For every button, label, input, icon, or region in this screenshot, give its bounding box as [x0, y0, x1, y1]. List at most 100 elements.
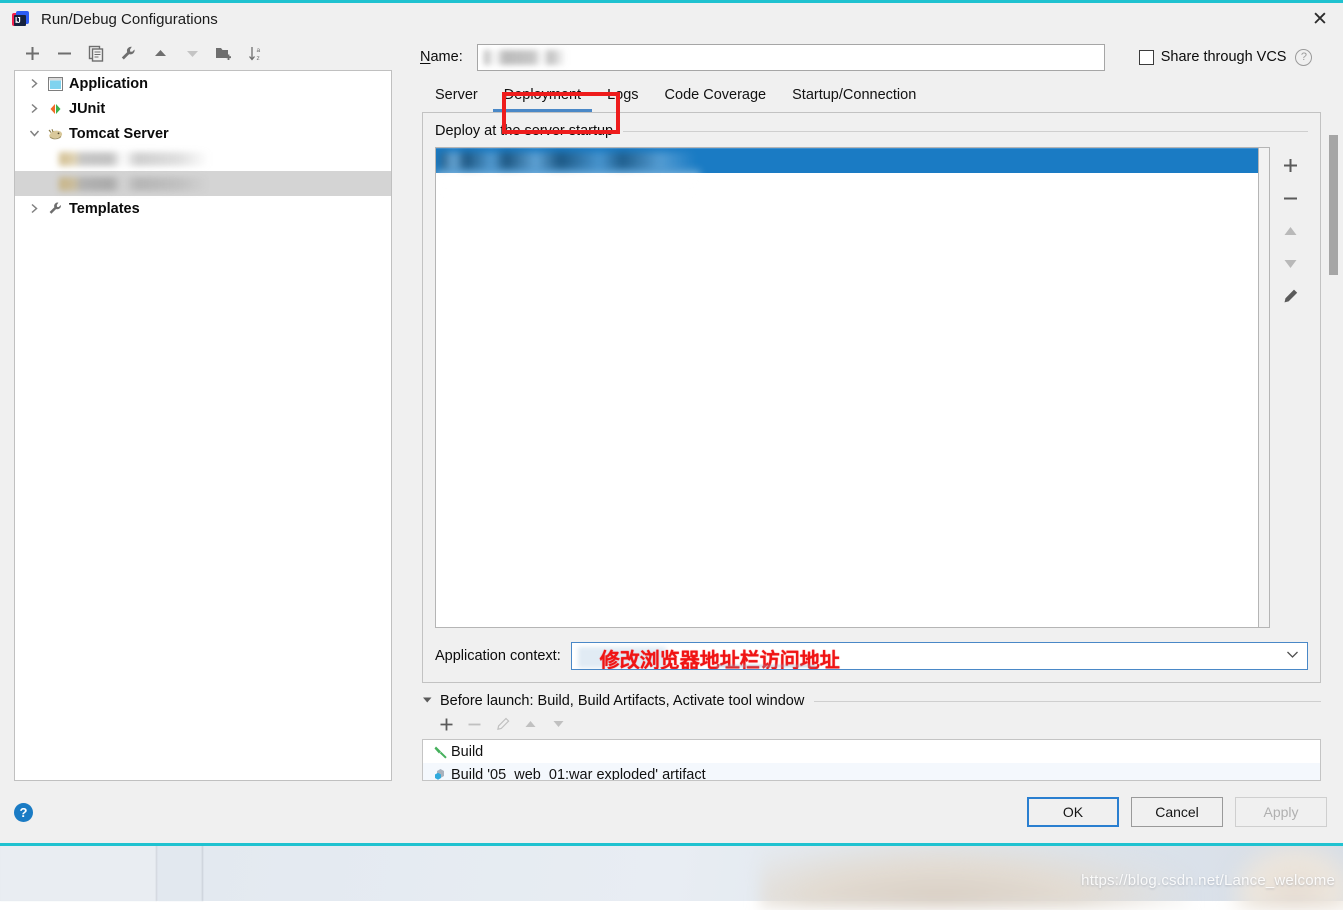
- dialog-vertical-scrollbar[interactable]: [1327, 87, 1340, 787]
- templates-wrench-icon: [45, 201, 65, 216]
- before-launch-section: Before launch: Build, Build Artifacts, A…: [422, 683, 1321, 781]
- tree-item-junit[interactable]: JUnit: [15, 96, 391, 121]
- move-task-up-button[interactable]: [518, 712, 543, 736]
- deployment-list-scrollbar[interactable]: [1259, 147, 1270, 628]
- chevron-right-icon[interactable]: [23, 103, 45, 114]
- cancel-button[interactable]: Cancel: [1131, 797, 1223, 827]
- wrench-icon[interactable]: [114, 40, 142, 66]
- tree-item-label: Templates: [69, 200, 140, 217]
- apply-button[interactable]: Apply: [1235, 797, 1327, 827]
- tree-item-label: Tomcat Server: [69, 125, 169, 142]
- backdrop-ide-column-second: [158, 844, 203, 901]
- chevron-down-icon[interactable]: [1286, 650, 1299, 662]
- tree-item-tomcat-config[interactable]: [15, 146, 391, 171]
- share-vcs-checkbox[interactable]: [1138, 49, 1154, 65]
- redacted-name-value: [483, 49, 566, 65]
- tab-startup-connection[interactable]: Startup/Connection: [779, 78, 929, 112]
- chevron-right-icon[interactable]: [23, 203, 45, 214]
- edit-task-button[interactable]: [490, 712, 515, 736]
- name-row: Name: Share through VCS ?: [406, 36, 1343, 78]
- triangle-down-icon[interactable]: [422, 696, 433, 707]
- move-down-button[interactable]: [178, 40, 206, 66]
- move-artifact-up-button[interactable]: [1275, 217, 1305, 245]
- before-launch-task-label: Build: [451, 743, 484, 760]
- deployment-side-buttons: [1272, 147, 1308, 628]
- deployment-list-row[interactable]: [436, 148, 1258, 173]
- add-task-button[interactable]: [434, 712, 459, 736]
- dialog-body: a z Application JUnit Tomcat Server Temp…: [0, 36, 1343, 787]
- name-input[interactable]: [476, 43, 1105, 71]
- before-launch-task-label: Build '05_web_01:war exploded' artifact: [451, 766, 706, 781]
- ok-button[interactable]: OK: [1027, 797, 1119, 827]
- tree-item-tomcat-config-selected[interactable]: [15, 171, 391, 196]
- dialog-titlebar: IJ Run/Debug Configurations ✕: [0, 3, 1343, 36]
- junit-icon: [45, 102, 65, 116]
- deploy-group-title: Deploy at the server startup: [435, 123, 1308, 139]
- deployment-artifacts-list[interactable]: [435, 147, 1259, 628]
- tree-item-templates[interactable]: Templates: [15, 196, 391, 221]
- help-circle-icon[interactable]: ?: [1295, 48, 1313, 66]
- svg-text:a: a: [256, 47, 260, 54]
- build-hammer-icon: [429, 744, 451, 759]
- tree-item-application[interactable]: Application: [15, 71, 391, 96]
- configurations-tree[interactable]: Application JUnit Tomcat Server Template…: [14, 70, 392, 781]
- tab-logs[interactable]: Logs: [594, 78, 651, 112]
- move-up-button[interactable]: [146, 40, 174, 66]
- deploy-group-title-text: Deploy at the server startup: [435, 123, 614, 139]
- application-icon: [45, 76, 65, 91]
- csdn-watermark: https://blog.csdn.net/Lance_welcome: [1081, 872, 1335, 889]
- editor-tabs: Server Deployment Logs Code Coverage Sta…: [406, 78, 1343, 112]
- tab-server[interactable]: Server: [422, 78, 491, 112]
- redacted-label: [59, 151, 211, 166]
- dialog-footer: ? OK Cancel Apply: [0, 781, 1343, 843]
- remove-configuration-button[interactable]: [50, 40, 78, 66]
- application-context-underline-mark: [715, 665, 816, 667]
- scrollbar-thumb[interactable]: [1329, 135, 1338, 275]
- before-launch-toolbar: [422, 709, 1321, 739]
- deploy-area: [435, 147, 1308, 628]
- copy-configuration-button[interactable]: [82, 40, 110, 66]
- run-debug-configurations-dialog: IJ Run/Debug Configurations ✕ a z Applic…: [0, 0, 1343, 846]
- before-launch-task-row[interactable]: Build: [423, 740, 1320, 763]
- deployment-panel: Deploy at the server startup Application…: [422, 112, 1321, 683]
- svg-text:z: z: [256, 55, 259, 62]
- before-launch-separator-rule: [814, 700, 1321, 702]
- configuration-editor-pane: Name: Share through VCS ? Server Deploym…: [406, 36, 1343, 781]
- remove-artifact-button[interactable]: [1275, 184, 1305, 212]
- tree-item-label: JUnit: [69, 100, 106, 117]
- tab-code-coverage[interactable]: Code Coverage: [652, 78, 780, 112]
- add-artifact-button[interactable]: [1275, 151, 1305, 179]
- remove-task-button[interactable]: [462, 712, 487, 736]
- folder-add-icon[interactable]: [210, 40, 238, 66]
- edit-artifact-button[interactable]: [1275, 283, 1305, 311]
- application-context-combobox[interactable]: 修改浏览器地址栏访问地址: [570, 642, 1308, 670]
- tree-item-label: Application: [69, 75, 148, 92]
- dialog-title: Run/Debug Configurations: [41, 11, 218, 28]
- move-artifact-down-button[interactable]: [1275, 250, 1305, 278]
- chevron-right-icon[interactable]: [23, 78, 45, 89]
- configurations-toolbar: a z: [14, 36, 406, 70]
- share-through-vcs-control[interactable]: Share through VCS ?: [1138, 48, 1313, 66]
- add-configuration-button[interactable]: [18, 40, 46, 66]
- artifact-icon: [429, 767, 451, 780]
- help-circle-filled-icon[interactable]: ?: [14, 802, 33, 822]
- move-task-down-button[interactable]: [546, 712, 571, 736]
- tree-item-tomcat-server[interactable]: Tomcat Server: [15, 121, 391, 146]
- application-context-label: Application context:: [435, 648, 561, 664]
- backdrop-ide-column-left: [0, 844, 157, 901]
- before-launch-task-row[interactable]: Build '05_web_01:war exploded' artifact: [423, 763, 1320, 781]
- name-label: Name:: [420, 49, 463, 65]
- chevron-down-icon[interactable]: [23, 129, 45, 138]
- configurations-left-pane: a z Application JUnit Tomcat Server Temp…: [0, 36, 406, 781]
- sort-alphabetical-icon[interactable]: a z: [242, 40, 270, 66]
- redacted-label: [59, 176, 237, 191]
- tomcat-icon: [45, 127, 65, 141]
- before-launch-task-list[interactable]: Build Build '05_web_01:war exploded' art…: [422, 739, 1321, 781]
- close-icon[interactable]: ✕: [1297, 3, 1343, 36]
- redacted-artifact-label: [440, 152, 696, 170]
- tab-deployment[interactable]: Deployment: [491, 78, 594, 112]
- application-context-row: Application context: 修改浏览器地址栏访问地址: [435, 642, 1308, 670]
- group-separator-rule: [623, 130, 1308, 132]
- before-launch-header[interactable]: Before launch: Build, Build Artifacts, A…: [422, 693, 1321, 709]
- before-launch-header-text: Before launch: Build, Build Artifacts, A…: [440, 693, 805, 709]
